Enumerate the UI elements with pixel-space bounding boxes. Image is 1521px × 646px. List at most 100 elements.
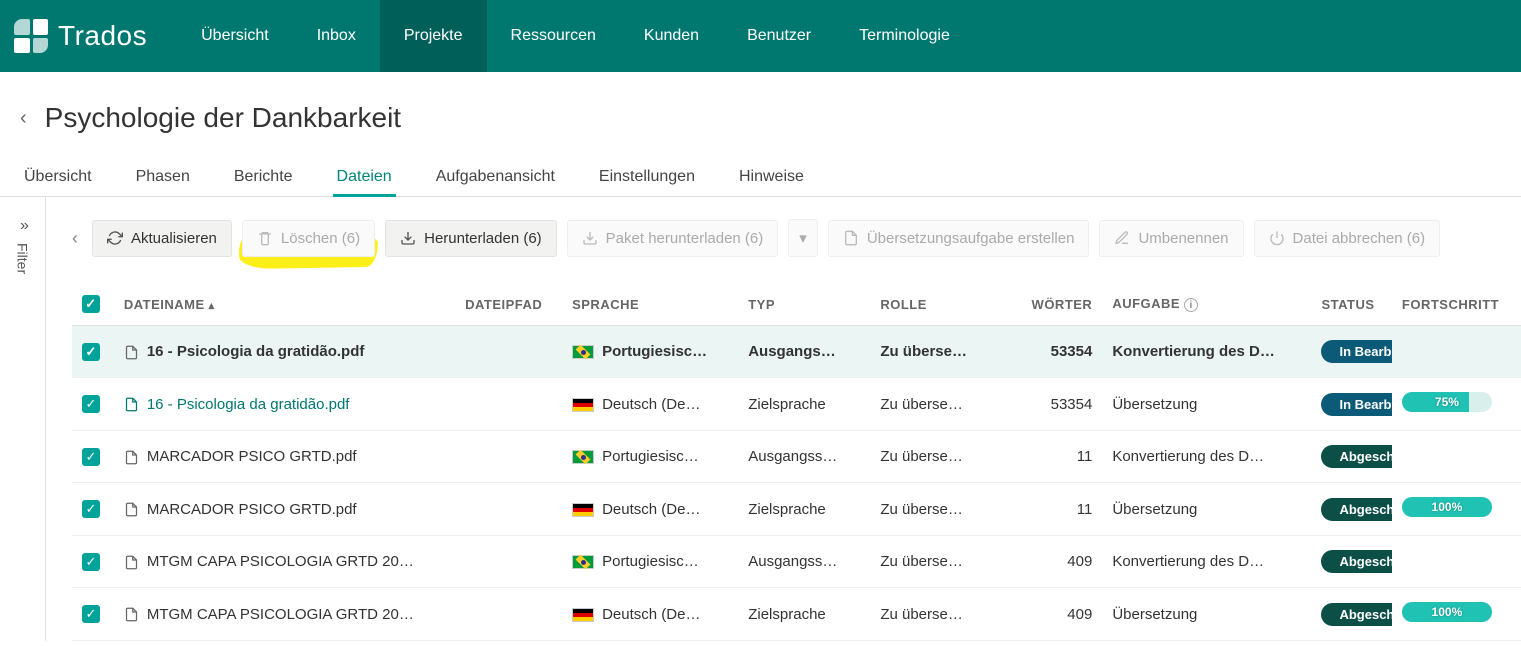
download-package-dropdown[interactable]: ▾	[788, 219, 818, 257]
table-row[interactable]: ✓MARCADOR PSICO GRTD.pdfDeutsch (De…Ziel…	[72, 483, 1521, 536]
col-filepath[interactable]: DATEIPFAD	[455, 283, 562, 326]
status-badge: Abgeschlossen	[1321, 550, 1391, 573]
cell-role: Zu überse…	[870, 588, 1013, 641]
delete-button[interactable]: Löschen (6)	[242, 220, 375, 257]
cell-words: 409	[1013, 536, 1102, 588]
app-logo[interactable]: Trados	[0, 19, 177, 53]
cell-filepath	[455, 431, 562, 483]
cell-language: Portugiesisc…	[562, 326, 738, 378]
subtab-item[interactable]: Dateien	[333, 158, 396, 196]
file-name: MTGM CAPA PSICOLOGIA GRTD 20…	[124, 553, 414, 570]
flag-icon	[572, 555, 594, 569]
download-button[interactable]: Herunterladen (6)	[385, 220, 557, 257]
col-type[interactable]: TYP	[738, 283, 870, 326]
file-icon	[124, 502, 139, 517]
file-icon	[124, 450, 139, 465]
subtab-item[interactable]: Berichte	[230, 158, 297, 196]
topnav-item[interactable]: Kunden	[620, 0, 723, 72]
topnav-item[interactable]: Inbox	[293, 0, 380, 72]
sort-asc-icon: ▴	[209, 300, 215, 312]
cell-filepath	[455, 588, 562, 641]
topnav-item[interactable]: Ressourcen	[487, 0, 620, 72]
flag-icon	[572, 608, 594, 622]
col-words[interactable]: WÖRTER	[1013, 283, 1102, 326]
subtab-item[interactable]: Phasen	[132, 158, 194, 196]
col-progress[interactable]: FORTSCHRITT	[1392, 283, 1521, 326]
files-table: ✓ DATEINAME▴ DATEIPFAD SPRACHE TYP ROLLE…	[72, 283, 1521, 641]
row-checkbox[interactable]: ✓	[82, 605, 100, 623]
cell-type: Zielsprache	[738, 588, 870, 641]
cell-task: Übersetzung	[1102, 378, 1311, 431]
cell-type: Ausgangs…	[738, 326, 870, 378]
status-badge: In Bearbeitung	[1321, 340, 1391, 363]
cell-filepath	[455, 536, 562, 588]
rename-button[interactable]: Umbenennen	[1099, 220, 1243, 257]
info-icon[interactable]: i	[1184, 298, 1198, 312]
row-checkbox[interactable]: ✓	[82, 448, 100, 466]
cell-type: Ausgangss…	[738, 431, 870, 483]
cell-filepath	[455, 378, 562, 431]
cell-type: Zielsprache	[738, 483, 870, 536]
subtab-item[interactable]: Aufgabenansicht	[432, 158, 559, 196]
cell-progress	[1392, 326, 1521, 378]
topnav-item[interactable]: Projekte	[380, 0, 487, 72]
row-checkbox[interactable]: ✓	[82, 343, 100, 361]
select-all-checkbox[interactable]: ✓	[82, 295, 100, 313]
cell-progress	[1392, 431, 1521, 483]
cell-language: Portugiesisc…	[562, 536, 738, 588]
progress-bar: 100%	[1402, 602, 1492, 622]
file-name: MARCADOR PSICO GRTD.pdf	[124, 501, 357, 518]
flag-icon	[572, 345, 594, 359]
logo-icon	[14, 19, 48, 53]
cell-type: Zielsprache	[738, 378, 870, 431]
toolbar-scroll-left-icon[interactable]: ‹	[72, 228, 82, 249]
table-row[interactable]: ✓MTGM CAPA PSICOLOGIA GRTD 20…Deutsch (D…	[72, 588, 1521, 641]
cell-progress: 100%	[1392, 588, 1521, 641]
cell-task: Konvertierung des D…	[1102, 536, 1311, 588]
cell-language: Portugiesisc…	[562, 431, 738, 483]
cell-language: Deutsch (De…	[562, 378, 738, 431]
cell-words: 53354	[1013, 326, 1102, 378]
cell-filepath	[455, 483, 562, 536]
cell-status: In Bearbeitung	[1311, 326, 1391, 378]
app-name: Trados	[58, 20, 147, 52]
back-icon[interactable]: ‹	[20, 107, 27, 130]
flag-icon	[572, 503, 594, 517]
create-task-button[interactable]: Übersetzungsaufgabe erstellen	[828, 220, 1090, 257]
cancel-file-button[interactable]: Datei abbrechen (6)	[1254, 220, 1441, 257]
cell-status: Abgeschlossen	[1311, 536, 1391, 588]
table-row[interactable]: ✓16 - Psicologia da gratidão.pdfPortugie…	[72, 326, 1521, 378]
table-row[interactable]: ✓MARCADOR PSICO GRTD.pdfPortugiesisc…Aus…	[72, 431, 1521, 483]
refresh-button[interactable]: Aktualisieren	[92, 220, 232, 257]
col-role[interactable]: ROLLE	[870, 283, 1013, 326]
col-filename[interactable]: DATEINAME▴	[114, 283, 455, 326]
row-checkbox[interactable]: ✓	[82, 500, 100, 518]
topnav-item[interactable]: Übersicht	[177, 0, 293, 72]
subtab-item[interactable]: Einstellungen	[595, 158, 699, 196]
table-row[interactable]: ✓ MTGM CAPA PSICOLOGIA GRTD 20… Portugiesi…	[72, 536, 1521, 588]
download-package-button[interactable]: Paket herunterladen (6)	[567, 220, 779, 257]
table-row[interactable]: ✓ 16 - Psicologia da gratidão.pdf Deutsch …	[72, 378, 1521, 431]
cell-role: Zu überse…	[870, 536, 1013, 588]
progress-bar: 75%	[1402, 392, 1492, 412]
col-status[interactable]: STATUS	[1311, 283, 1391, 326]
col-task[interactable]: AUFGABEi	[1102, 283, 1311, 326]
filter-rail[interactable]: » Filter	[0, 197, 46, 641]
subtab-item[interactable]: Hinweise	[735, 158, 808, 196]
topnav-item[interactable]: Terminologie	[835, 0, 974, 72]
row-checkbox[interactable]: ✓	[82, 553, 100, 571]
subtab-item[interactable]: Übersicht	[20, 158, 96, 196]
status-badge: Abgeschlossen	[1321, 445, 1391, 468]
status-badge: In Bearbeitung	[1321, 393, 1391, 416]
cell-progress: 100%	[1392, 483, 1521, 536]
row-checkbox[interactable]: ✓	[82, 395, 100, 413]
topnav-item[interactable]: Benutzer	[723, 0, 835, 72]
cell-status: Abgeschlossen	[1311, 588, 1391, 641]
cell-type: Ausgangss…	[738, 536, 870, 588]
table-header-row: ✓ DATEINAME▴ DATEIPFAD SPRACHE TYP ROLLE…	[72, 283, 1521, 326]
file-icon	[124, 607, 139, 622]
col-language[interactable]: SPRACHE	[562, 283, 738, 326]
file-icon	[124, 345, 139, 360]
cell-role: Zu überse…	[870, 326, 1013, 378]
file-name[interactable]: 16 - Psicologia da gratidão.pdf	[124, 396, 350, 413]
